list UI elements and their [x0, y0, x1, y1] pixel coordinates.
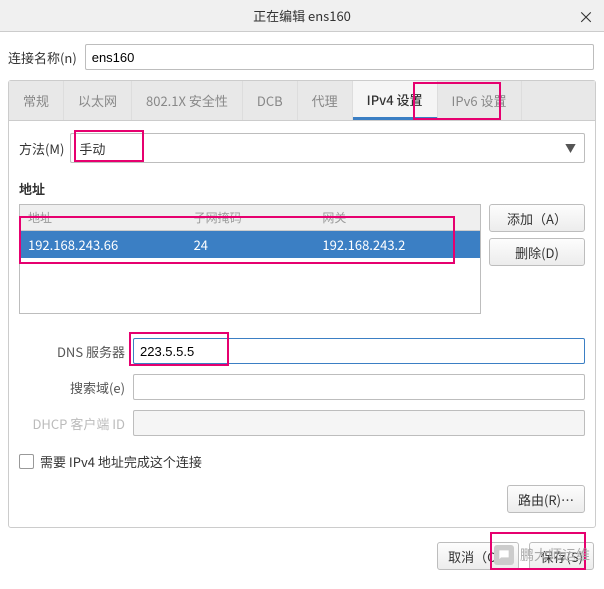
cell-gateway: 192.168.243.2 [314, 231, 480, 258]
cell-address: 192.168.243.66 [20, 231, 186, 258]
addresses-block: 地址 子网掩码 网关 192.168.243.66 24 192.168.243… [19, 204, 585, 314]
add-button[interactable]: 添加（A） [489, 204, 585, 232]
col-header-address: 地址 [20, 205, 186, 230]
delete-button[interactable]: 删除(D) [489, 238, 585, 266]
routes-row: 路由(R)… [19, 485, 585, 513]
titlebar: 正在编辑 ens160 × [0, 0, 604, 32]
routes-button[interactable]: 路由(R)… [507, 485, 585, 513]
form-grid: DNS 服务器 搜索域(e) DHCP 客户端 ID [19, 338, 585, 436]
connection-name-label: 连接名称(n) [8, 48, 77, 67]
method-label: 方法(M) [19, 139, 64, 158]
require-ipv4-label: 需要 IPv4 地址完成这个连接 [40, 452, 202, 471]
col-header-netmask: 子网掩码 [186, 205, 315, 230]
ipv4-panel: 方法(M) 手动 ▼ 地址 地址 子网掩码 网关 192.168.243.66 … [9, 121, 595, 527]
connection-name-input[interactable] [85, 44, 594, 70]
tab-ipv6[interactable]: IPv6 设置 [438, 81, 522, 120]
require-ipv4-checkbox[interactable] [19, 454, 34, 469]
chevron-down-icon: ▼ [565, 140, 576, 156]
require-ipv4-row[interactable]: 需要 IPv4 地址完成这个连接 [19, 452, 585, 471]
addresses-header: 地址 [19, 179, 585, 198]
connection-name-row: 连接名称(n) [0, 32, 604, 80]
tab-ipv4[interactable]: IPv4 设置 [353, 81, 438, 120]
tab-security[interactable]: 802.1X 安全性 [132, 81, 243, 120]
search-domain-label: 搜索域(e) [19, 378, 133, 397]
dns-input[interactable] [133, 338, 585, 364]
tab-proxy[interactable]: 代理 [298, 81, 353, 120]
close-icon[interactable]: × [578, 4, 594, 28]
search-domain-input[interactable] [133, 374, 585, 400]
tab-general[interactable]: 常规 [9, 81, 64, 120]
method-select[interactable]: 手动 ▼ [70, 133, 585, 163]
tab-ethernet[interactable]: 以太网 [64, 81, 132, 120]
dhcp-client-id-input [133, 410, 585, 436]
watermark-text: 鹏大师运维 [520, 545, 590, 565]
cell-netmask: 24 [186, 231, 315, 258]
chat-icon [494, 545, 514, 565]
addresses-table-header: 地址 子网掩码 网关 [20, 205, 480, 231]
tabs-container: 常规 以太网 802.1X 安全性 DCB 代理 IPv4 设置 IPv6 设置… [8, 80, 596, 528]
addresses-table[interactable]: 地址 子网掩码 网关 192.168.243.66 24 192.168.243… [19, 204, 481, 314]
col-header-gateway: 网关 [314, 205, 480, 230]
method-row: 方法(M) 手动 ▼ [19, 133, 585, 163]
dns-label: DNS 服务器 [19, 342, 133, 361]
watermark: 鹏大师运维 [494, 545, 590, 565]
window-title: 正在编辑 ens160 [253, 6, 351, 25]
dhcp-client-id-label: DHCP 客户端 ID [19, 414, 133, 433]
tabs-bar: 常规 以太网 802.1X 安全性 DCB 代理 IPv4 设置 IPv6 设置 [9, 81, 595, 121]
table-row[interactable]: 192.168.243.66 24 192.168.243.2 [20, 231, 480, 258]
tab-dcb[interactable]: DCB [243, 81, 298, 120]
method-value: 手动 [79, 139, 105, 158]
addresses-buttons: 添加（A） 删除(D) [489, 204, 585, 314]
